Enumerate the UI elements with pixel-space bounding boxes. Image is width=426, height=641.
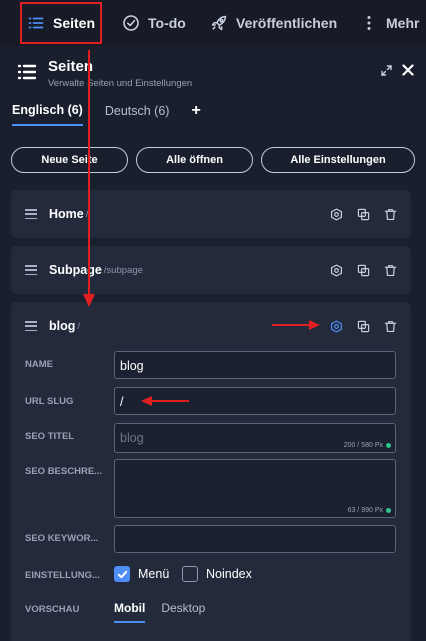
duplicate-icon[interactable] xyxy=(357,264,370,277)
nav-more[interactable]: Mehr xyxy=(360,0,419,46)
url-slug-label: URL SLUG xyxy=(25,396,74,407)
settings-icon[interactable] xyxy=(330,264,343,277)
drag-handle-icon[interactable] xyxy=(25,321,37,331)
url-slug-field[interactable]: / xyxy=(114,387,396,415)
page-card[interactable]: Home / xyxy=(11,190,411,238)
menu-label: Menü xyxy=(138,567,170,581)
noindex-toggle[interactable]: Noindex xyxy=(182,566,252,582)
status-dot-icon xyxy=(386,508,391,513)
page-card[interactable]: Subpage /subpage xyxy=(11,246,411,294)
seo-description-label: SEO BESCHRE... xyxy=(25,466,103,477)
seo-title-placeholder: blog xyxy=(120,431,144,445)
tab-desktop[interactable]: Desktop xyxy=(161,601,205,623)
page-actions: Neue Seite Alle öffnen Alle Einstellunge… xyxy=(11,147,415,173)
page-slug: / xyxy=(85,208,89,220)
seo-keywords-label: SEO KEYWOR... xyxy=(25,533,99,544)
tab-mobile[interactable]: Mobil xyxy=(114,601,146,623)
more-vertical-icon xyxy=(367,16,371,30)
settings-icon[interactable] xyxy=(330,208,343,221)
preview-tabs: Mobil Desktop xyxy=(114,601,205,623)
nav-seiten[interactable]: Seiten xyxy=(20,2,102,44)
seo-description-counter: 63 / 990 Px xyxy=(348,507,391,514)
open-all-button[interactable]: Alle öffnen xyxy=(136,147,253,173)
top-navigation: Seiten To-do Veröffentlichen Mehr xyxy=(0,0,426,46)
page-slug: / xyxy=(77,320,81,332)
page-title: Home xyxy=(49,207,84,221)
rocket-icon xyxy=(211,15,227,31)
nav-publish[interactable]: Veröffentlichen xyxy=(210,0,337,46)
all-settings-button[interactable]: Alle Einstellungen xyxy=(261,147,415,173)
nav-todo-label: To-do xyxy=(148,15,186,31)
nav-more-label: Mehr xyxy=(386,15,420,31)
seo-title-counter: 200 / 580 Px xyxy=(344,442,391,449)
page-card-expanded: blog / NAME blog URL SLUG / SEO TITEL bl… xyxy=(11,302,411,641)
preview-label: VORSCHAU xyxy=(25,604,80,615)
page-title: blog xyxy=(49,319,76,333)
page-title: Subpage xyxy=(49,263,102,277)
delete-icon[interactable] xyxy=(384,320,397,333)
drag-handle-icon[interactable] xyxy=(25,209,37,219)
checkbox-unchecked-icon[interactable] xyxy=(182,566,198,582)
name-field[interactable]: blog xyxy=(114,351,396,379)
nav-todo[interactable]: To-do xyxy=(122,0,186,46)
panel-header: Seiten Verwalte Seiten und Einstellungen xyxy=(16,58,192,89)
check-circle-icon xyxy=(123,15,139,31)
tab-german[interactable]: Deutsch (6) xyxy=(105,104,170,125)
seo-title-label: SEO TITEL xyxy=(25,431,75,442)
new-page-button[interactable]: Neue Seite xyxy=(11,147,128,173)
panel-title: Seiten xyxy=(48,58,94,75)
duplicate-icon[interactable] xyxy=(357,208,370,221)
seo-description-field[interactable]: 63 / 990 Px xyxy=(114,459,396,518)
panel-header-actions xyxy=(381,64,414,76)
page-slug: /subpage xyxy=(103,264,143,276)
panel-subtitle: Verwalte Seiten und Einstellungen xyxy=(48,78,193,89)
status-dot-icon xyxy=(386,443,391,448)
noindex-label: Noindex xyxy=(206,567,252,581)
nav-publish-label: Veröffentlichen xyxy=(236,15,338,31)
language-tabs: Englisch (6) Deutsch (6) + xyxy=(12,102,201,127)
tab-english[interactable]: Englisch (6) xyxy=(12,103,83,126)
expand-icon[interactable] xyxy=(381,64,392,76)
close-icon[interactable] xyxy=(402,64,414,76)
drag-handle-icon[interactable] xyxy=(25,265,37,275)
settings-label: EINSTELLUNG... xyxy=(25,570,100,581)
list-icon xyxy=(17,64,37,80)
menu-toggle[interactable]: Menü xyxy=(114,566,169,582)
list-icon xyxy=(28,17,44,29)
delete-icon[interactable] xyxy=(384,208,397,221)
settings-icon[interactable] xyxy=(330,320,343,333)
nav-seiten-label: Seiten xyxy=(52,15,95,31)
name-label: NAME xyxy=(25,359,53,370)
add-language-button[interactable]: + xyxy=(191,102,200,127)
seo-title-field[interactable]: blog 200 / 580 Px xyxy=(114,423,396,453)
checkbox-checked-icon[interactable] xyxy=(114,566,130,582)
duplicate-icon[interactable] xyxy=(357,320,370,333)
delete-icon[interactable] xyxy=(384,264,397,277)
seo-keywords-field[interactable] xyxy=(114,525,396,553)
